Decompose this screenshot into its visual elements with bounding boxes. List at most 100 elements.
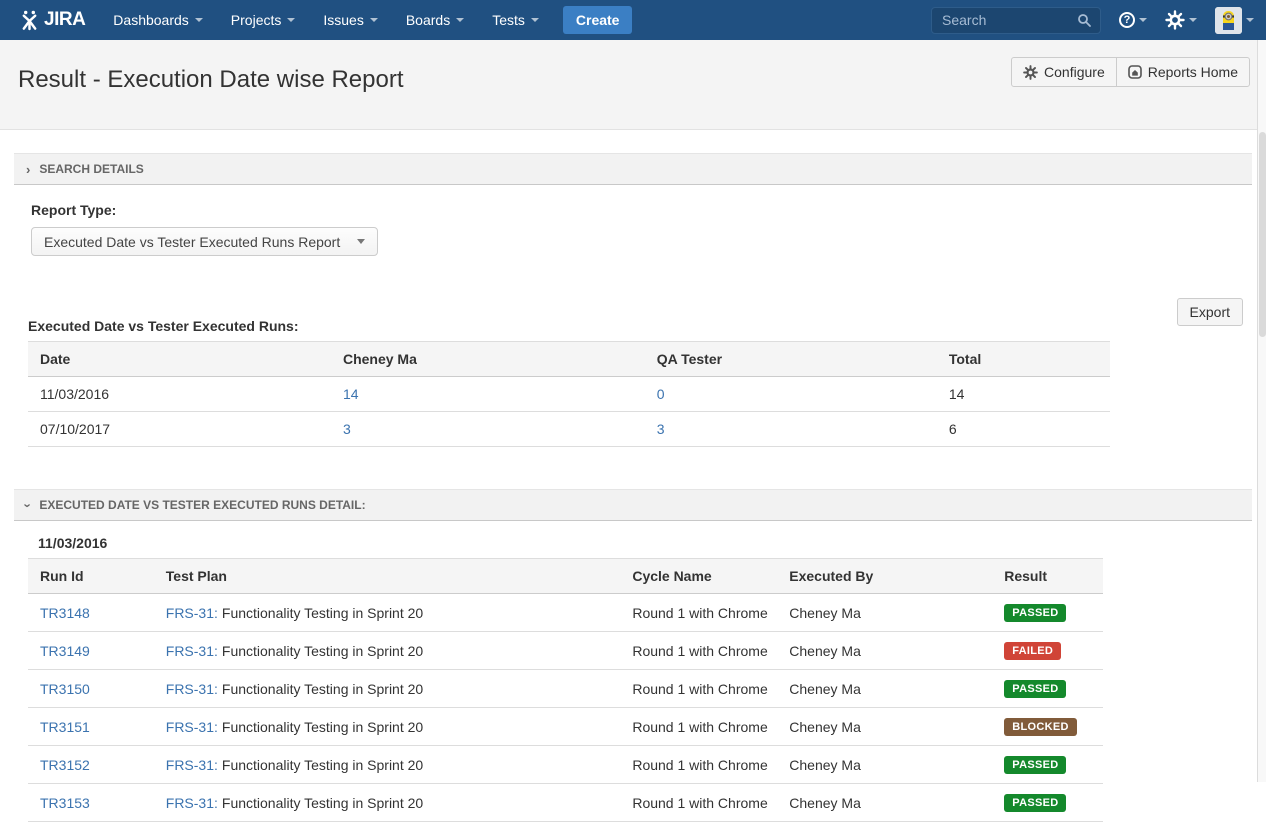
- executed-by-cell: Cheney Ma: [777, 784, 992, 822]
- reports-home-button[interactable]: Reports Home: [1116, 57, 1250, 87]
- nav-issues[interactable]: Issues: [309, 0, 391, 40]
- admin-menu[interactable]: [1165, 10, 1197, 30]
- jira-logo-text: JIRA: [44, 9, 85, 31]
- nav-projects-label: Projects: [231, 12, 282, 28]
- search-icon[interactable]: [1077, 13, 1092, 28]
- test-plan-key-link[interactable]: FRS-31:: [166, 757, 218, 773]
- executed-by-cell: Cheney Ma: [777, 670, 992, 708]
- run-id-link[interactable]: TR3152: [40, 757, 90, 773]
- test-plan-key-link[interactable]: FRS-31:: [166, 719, 218, 735]
- run-id-link[interactable]: TR3153: [40, 795, 90, 811]
- col-cheney-ma: Cheney Ma: [331, 342, 645, 377]
- help-menu[interactable]: ?: [1119, 12, 1147, 28]
- status-badge: PASSED: [1004, 604, 1066, 622]
- executed-by-cell: Cheney Ma: [777, 746, 992, 784]
- total-cell: 14: [937, 377, 1110, 412]
- table-row: TR3151 FRS-31:Functionality Testing in S…: [28, 708, 1103, 746]
- chevron-down-icon: [531, 18, 539, 22]
- reports-home-label: Reports Home: [1148, 64, 1238, 80]
- col-date: Date: [28, 342, 331, 377]
- create-button[interactable]: Create: [563, 6, 633, 34]
- nav-boards[interactable]: Boards: [392, 0, 478, 40]
- user-menu[interactable]: [1215, 7, 1254, 34]
- nav-boards-label: Boards: [406, 12, 450, 28]
- executed-by-cell: Cheney Ma: [777, 594, 992, 632]
- test-plan-name: Functionality Testing in Sprint 20: [222, 681, 423, 697]
- runs-detail-toggle[interactable]: › EXECUTED DATE VS TESTER EXECUTED RUNS …: [14, 489, 1252, 521]
- run-id-link[interactable]: TR3148: [40, 605, 90, 621]
- col-qa-tester: QA Tester: [645, 342, 937, 377]
- page-header: Result - Execution Date wise Report Conf…: [0, 40, 1266, 130]
- export-button[interactable]: Export: [1177, 298, 1243, 326]
- status-badge: PASSED: [1004, 756, 1066, 774]
- col-run-id: Run Id: [28, 559, 154, 594]
- header-button-group: Configure Reports Home: [1011, 57, 1250, 87]
- runs-detail-title: EXECUTED DATE VS TESTER EXECUTED RUNS DE…: [39, 498, 365, 512]
- test-plan-key-link[interactable]: FRS-31:: [166, 681, 218, 697]
- nav-projects[interactable]: Projects: [217, 0, 310, 40]
- runs-summary-section: Export Executed Date vs Tester Executed …: [14, 318, 1252, 447]
- top-navigation: JIRA Dashboards Projects Issues Boards T…: [0, 0, 1266, 40]
- table-row: TR3153 FRS-31:Functionality Testing in S…: [28, 784, 1103, 822]
- table-row: TR3152 FRS-31:Functionality Testing in S…: [28, 746, 1103, 784]
- run-count-link[interactable]: 0: [657, 386, 665, 402]
- cycle-cell: Round 1 with Chrome: [620, 670, 777, 708]
- runs-detail-table: Run Id Test Plan Cycle Name Executed By …: [28, 558, 1103, 822]
- page-title: Result - Execution Date wise Report: [18, 66, 404, 94]
- col-total: Total: [937, 342, 1110, 377]
- cycle-cell: Round 1 with Chrome: [620, 708, 777, 746]
- test-plan-key-link[interactable]: FRS-31:: [166, 643, 218, 659]
- home-icon: [1128, 65, 1142, 79]
- test-plan-key-link[interactable]: FRS-31:: [166, 795, 218, 811]
- test-plan-key-link[interactable]: FRS-31:: [166, 605, 218, 621]
- chevron-down-icon: [456, 18, 464, 22]
- run-count-link[interactable]: 14: [343, 386, 359, 402]
- test-plan-name: Functionality Testing in Sprint 20: [222, 757, 423, 773]
- cycle-cell: Round 1 with Chrome: [620, 746, 777, 784]
- nav-issues-label: Issues: [323, 12, 363, 28]
- chevron-down-icon: [1189, 18, 1197, 22]
- chevron-down-icon: [287, 18, 295, 22]
- configure-label: Configure: [1044, 64, 1105, 80]
- chevron-down-icon: [370, 18, 378, 22]
- detail-date-group: 11/03/2016: [38, 535, 1252, 551]
- executed-by-cell: Cheney Ma: [777, 632, 992, 670]
- avatar: [1215, 7, 1242, 34]
- scrollbar-thumb[interactable]: [1259, 132, 1266, 337]
- cycle-cell: Round 1 with Chrome: [620, 632, 777, 670]
- configure-button[interactable]: Configure: [1011, 57, 1117, 87]
- help-icon: ?: [1119, 12, 1135, 28]
- date-cell: 07/10/2017: [28, 412, 331, 447]
- total-cell: 6: [937, 412, 1110, 447]
- vertical-scrollbar[interactable]: [1257, 40, 1266, 782]
- nav-right-cluster: ?: [931, 7, 1254, 34]
- status-badge: PASSED: [1004, 680, 1066, 698]
- chevron-down-icon: [1139, 18, 1147, 22]
- table-row: TR3149 FRS-31:Functionality Testing in S…: [28, 632, 1103, 670]
- jira-charlie-icon: [20, 10, 39, 31]
- table-row: 07/10/2017 3 3 6: [28, 412, 1110, 447]
- runs-summary-table: Date Cheney Ma QA Tester Total 11/03/201…: [28, 341, 1110, 447]
- test-plan-name: Functionality Testing in Sprint 20: [222, 719, 423, 735]
- report-type-field: Report Type: Executed Date vs Tester Exe…: [31, 202, 1252, 256]
- nav-tests-label: Tests: [492, 12, 525, 28]
- run-count-link[interactable]: 3: [657, 421, 665, 437]
- global-search: [931, 7, 1101, 34]
- nav-dashboards-label: Dashboards: [113, 12, 189, 28]
- nav-dashboards[interactable]: Dashboards: [99, 0, 217, 40]
- run-count-link[interactable]: 3: [343, 421, 351, 437]
- test-plan-name: Functionality Testing in Sprint 20: [222, 643, 423, 659]
- run-id-link[interactable]: TR3151: [40, 719, 90, 735]
- report-type-select[interactable]: Executed Date vs Tester Executed Runs Re…: [31, 227, 378, 256]
- nav-tests[interactable]: Tests: [478, 0, 553, 40]
- chevron-down-icon: [1246, 18, 1254, 22]
- search-input[interactable]: [940, 11, 1077, 29]
- search-details-label: SEARCH DETAILS: [39, 162, 143, 176]
- run-id-link[interactable]: TR3149: [40, 643, 90, 659]
- table-header-row: Run Id Test Plan Cycle Name Executed By …: [28, 559, 1103, 594]
- status-badge: BLOCKED: [1004, 718, 1077, 736]
- gear-icon: [1023, 65, 1038, 80]
- run-id-link[interactable]: TR3150: [40, 681, 90, 697]
- jira-logo[interactable]: JIRA: [20, 9, 85, 31]
- search-details-toggle[interactable]: › SEARCH DETAILS: [14, 153, 1252, 185]
